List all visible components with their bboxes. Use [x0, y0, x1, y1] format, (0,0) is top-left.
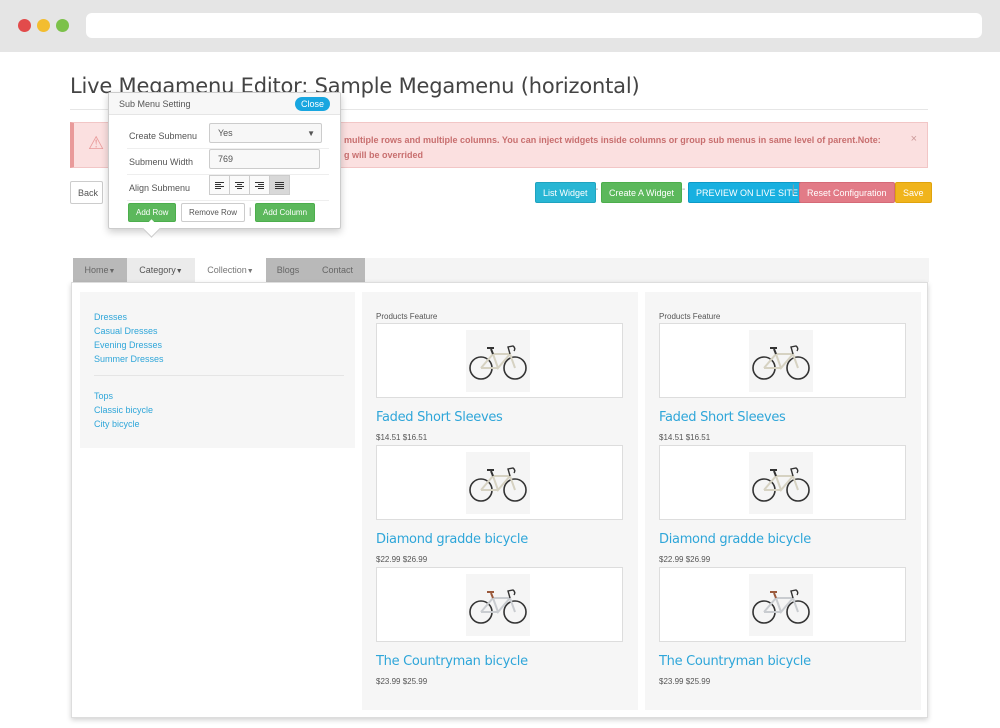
submenu-link-summer-dresses[interactable]: Summer Dresses	[94, 354, 164, 364]
caret-down-icon: ▼	[108, 268, 116, 275]
popover-separator: |	[249, 206, 252, 216]
align-full-icon	[275, 181, 284, 189]
product-name-link[interactable]: The Countryman bicycle	[376, 654, 528, 669]
align-left-button[interactable]	[209, 175, 230, 195]
product-image-box[interactable]	[659, 567, 906, 642]
bicycle-image	[466, 452, 530, 514]
megamenu-nav: Home▼ Category▼ Collection▼ Blogs Contac…	[73, 258, 929, 282]
warning-icon: ⚠	[88, 133, 105, 153]
window-minimize-dot[interactable]	[37, 19, 50, 32]
back-button[interactable]: Back	[70, 181, 103, 204]
toolbar-separator: -	[682, 184, 686, 195]
popover-header: Sub Menu Setting Close	[109, 93, 340, 115]
align-right-button[interactable]	[249, 175, 270, 195]
browser-chrome	[0, 0, 1000, 52]
alert-text-line2: g will be overrided	[344, 150, 424, 160]
nav-item-label: Home	[84, 265, 109, 275]
bicycle-image	[466, 574, 530, 636]
align-full-button[interactable]	[269, 175, 290, 195]
product-image-box[interactable]	[376, 567, 623, 642]
window-maximize-dot[interactable]	[56, 19, 69, 32]
product-name-link[interactable]: Faded Short Sleeves	[376, 410, 503, 425]
nav-item-label: Blogs	[276, 265, 300, 275]
products-feature-label: Products Feature	[376, 312, 438, 321]
create-submenu-select[interactable]: Yes ▼	[209, 123, 322, 143]
product-image-box[interactable]	[376, 323, 623, 398]
reset-configuration-button[interactable]: Reset Configuration	[799, 182, 895, 203]
create-submenu-value: Yes	[218, 128, 233, 138]
submenu-column: Dresses Casual Dresses Evening Dresses S…	[80, 292, 355, 448]
bicycle-image	[466, 330, 530, 392]
product-name-link[interactable]: The Countryman bicycle	[659, 654, 811, 669]
product-name-link[interactable]: Diamond gradde bicycle	[659, 532, 811, 547]
product-price: $22.99 $26.99	[659, 555, 711, 564]
submenu-setting-popover: Sub Menu Setting Close Create Submenu Ye…	[108, 92, 341, 229]
align-button-group	[209, 175, 290, 195]
caret-down-icon: ▼	[246, 268, 254, 275]
align-submenu-row: Align Submenu	[127, 175, 329, 201]
product-name-link[interactable]: Diamond gradde bicycle	[376, 532, 528, 547]
product-price: $14.51 $16.51	[376, 433, 428, 442]
popover-title: Sub Menu Setting	[119, 99, 191, 109]
alert-text-line1: multiple rows and multiple columns. You …	[344, 135, 881, 145]
align-submenu-label: Align Submenu	[129, 183, 191, 193]
nav-item-label: Contact	[321, 265, 354, 275]
nav-item-category[interactable]: Category▼	[127, 258, 195, 282]
submenu-link-classic-bicycle[interactable]: Classic bicycle	[94, 405, 153, 415]
nav-item-label: Collection	[207, 265, 247, 275]
address-bar[interactable]	[86, 13, 982, 38]
nav-item-blogs[interactable]: Blogs	[266, 258, 310, 282]
product-image-box[interactable]	[659, 445, 906, 520]
nav-item-home[interactable]: Home▼	[73, 258, 127, 282]
toolbar-separator: |	[792, 184, 795, 195]
add-row-button[interactable]: Add Row	[128, 203, 177, 222]
product-price: $23.99 $25.99	[376, 677, 428, 686]
preview-live-site-button[interactable]: PREVIEW ON LIVE SITE	[688, 182, 807, 203]
submenu-link-tops[interactable]: Tops	[94, 391, 113, 401]
product-price: $22.99 $26.99	[376, 555, 428, 564]
nav-item-contact[interactable]: Contact	[310, 258, 365, 282]
product-price: $14.51 $16.51	[659, 433, 711, 442]
create-submenu-row: Create Submenu Yes ▼	[127, 123, 329, 149]
bicycle-image	[749, 452, 813, 514]
window-close-dot[interactable]	[18, 19, 31, 32]
product-name-link[interactable]: Faded Short Sleeves	[659, 410, 786, 425]
alert-close-icon[interactable]: ×	[911, 133, 917, 145]
nav-item-collection[interactable]: Collection▼	[195, 258, 266, 282]
add-column-button[interactable]: Add Column	[255, 203, 316, 222]
submenu-width-label: Submenu Width	[129, 157, 194, 167]
submenu-link-casual-dresses[interactable]: Casual Dresses	[94, 326, 158, 336]
megamenu-dropdown: Dresses Casual Dresses Evening Dresses S…	[71, 282, 928, 718]
products-feature-label: Products Feature	[659, 312, 721, 321]
products-feature-column: Products Feature Faded Short Sleeves $14.…	[645, 292, 921, 710]
product-price: $23.99 $25.99	[659, 677, 711, 686]
list-widget-button[interactable]: List Widget	[535, 182, 596, 203]
submenu-divider	[94, 375, 344, 376]
align-center-icon	[235, 181, 244, 189]
submenu-link-dresses[interactable]: Dresses	[94, 312, 127, 322]
alert-text: multiple rows and multiple columns. You …	[344, 133, 904, 163]
align-left-icon	[215, 181, 224, 189]
submenu-width-row: Submenu Width 769	[127, 149, 329, 175]
nav-item-label: Category	[139, 265, 176, 275]
align-center-button[interactable]	[229, 175, 250, 195]
popover-close-button[interactable]: Close	[294, 97, 330, 111]
bicycle-image	[749, 330, 813, 392]
page: Live Megamenu Editor: Sample Megamenu (h…	[0, 52, 1000, 728]
save-button[interactable]: Save	[895, 182, 932, 203]
products-feature-column: Products Feature Faded Short Sleeves $14.…	[362, 292, 638, 710]
create-submenu-label: Create Submenu	[129, 131, 198, 141]
toolbar-separator: -	[595, 184, 599, 195]
bicycle-image	[749, 574, 813, 636]
submenu-link-evening-dresses[interactable]: Evening Dresses	[94, 340, 162, 350]
caret-down-icon: ▼	[307, 129, 315, 138]
remove-row-button[interactable]: Remove Row	[181, 203, 246, 222]
product-image-box[interactable]	[376, 445, 623, 520]
submenu-link-city-bicycle[interactable]: City bicycle	[94, 419, 140, 429]
create-widget-button[interactable]: Create A Widget	[601, 182, 683, 203]
align-right-icon	[255, 181, 264, 189]
product-image-box[interactable]	[659, 323, 906, 398]
caret-down-icon: ▼	[175, 268, 183, 275]
submenu-width-input[interactable]: 769	[209, 149, 320, 169]
